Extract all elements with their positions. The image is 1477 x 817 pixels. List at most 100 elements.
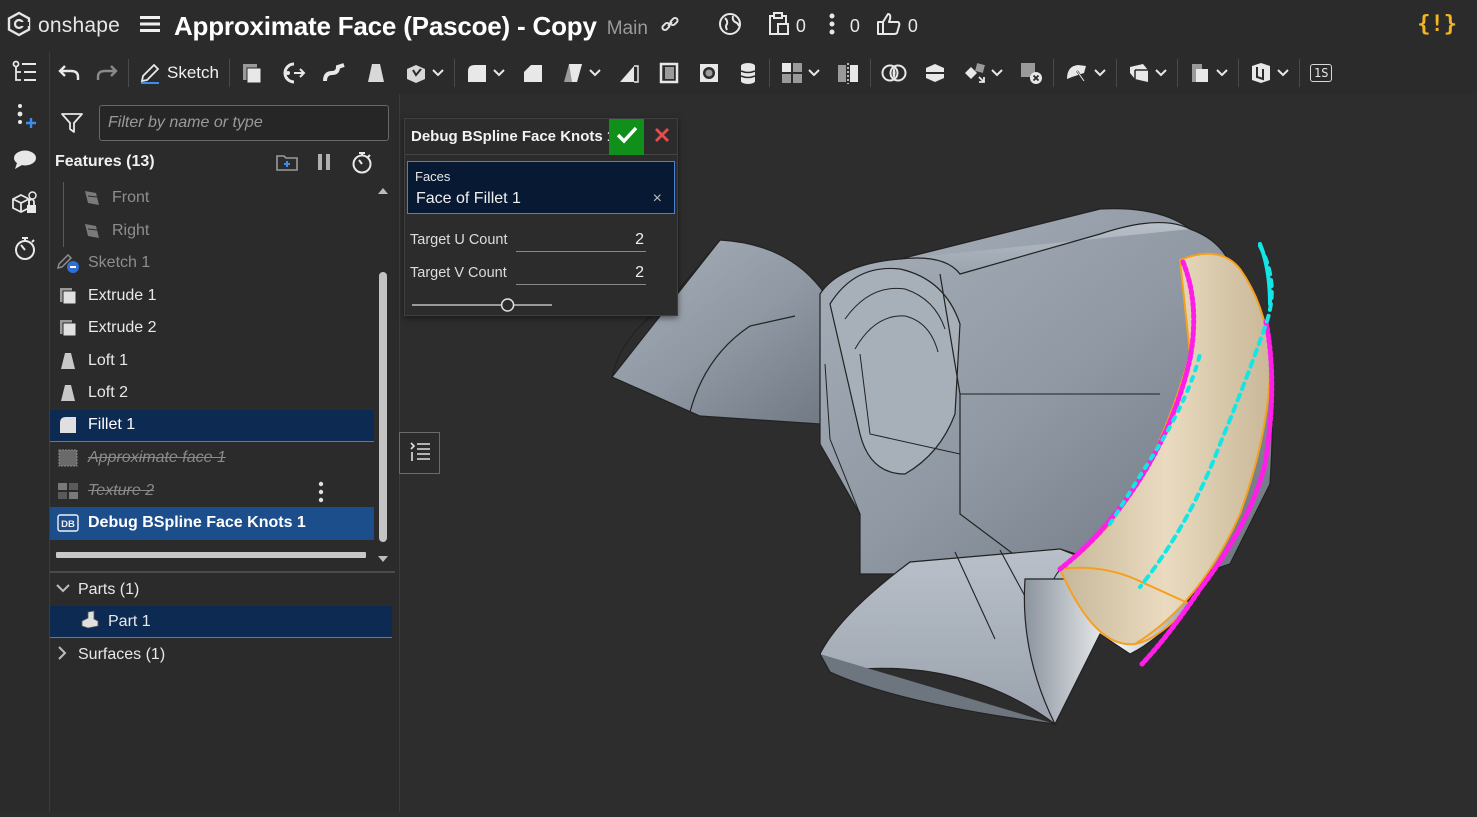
toolbar-divider [1052, 59, 1054, 87]
insert-feature-button[interactable] [0, 96, 50, 140]
add-folder-icon[interactable] [275, 152, 299, 177]
versions-counter[interactable]: 0 [768, 11, 806, 41]
toolbar-divider [1115, 59, 1117, 87]
sketch-button[interactable]: Sketch [131, 52, 227, 94]
part-item-part-1[interactable]: Part 1 [50, 606, 392, 638]
redo-button[interactable] [88, 52, 126, 94]
target-u-input[interactable]: 2 [516, 228, 646, 252]
transform-button[interactable] [955, 52, 1011, 94]
comments-button[interactable] [0, 140, 50, 184]
modify-fillet-button[interactable] [1056, 52, 1114, 94]
feature-item-label: Right [112, 221, 150, 239]
custom-feature-button[interactable]: 1S [1302, 52, 1340, 94]
feature-item-loft-1[interactable]: Loft 1 [50, 345, 374, 378]
accept-button[interactable] [609, 119, 644, 155]
feature-item-debug-bspline[interactable]: DB Debug BSpline Face Knots 1 [50, 507, 374, 540]
feature-item-texture-2[interactable]: Texture 2 [50, 475, 374, 508]
feature-item-extrude-2[interactable]: Extrude 2 [50, 312, 374, 345]
toolbar-divider [1237, 59, 1239, 87]
feature-tree-scrollbar[interactable] [375, 184, 391, 568]
pause-icon[interactable] [316, 152, 332, 177]
top-bar: onshape Approximate Face (Pascoe) - Copy… [0, 0, 1477, 52]
chevron-down-icon[interactable] [493, 69, 505, 77]
fillet-button[interactable] [457, 52, 513, 94]
feature-tree-hscrollbar[interactable] [56, 552, 366, 558]
surfaces-group[interactable]: Surfaces (1) [50, 639, 392, 671]
chevron-down-icon[interactable] [589, 69, 601, 77]
feature-item-right[interactable]: Right [50, 215, 374, 248]
faces-selection-field[interactable]: Faces Face of Fillet 1 × [407, 161, 675, 214]
feature-tree: Front Right Sketch 1 Extrude 1 Extrude 2… [50, 182, 374, 540]
comments-counter[interactable]: 0 [828, 12, 860, 41]
shell-button[interactable] [649, 52, 689, 94]
chevron-down-icon[interactable] [1277, 69, 1289, 77]
feature-item-front[interactable]: Front [50, 182, 374, 215]
clear-selection-button[interactable]: × [653, 190, 662, 208]
undo-button[interactable] [50, 52, 88, 94]
mass-properties-button[interactable] [0, 184, 50, 228]
chevron-down-icon[interactable] [1216, 69, 1228, 77]
draft-button[interactable] [553, 52, 609, 94]
feature-item-approximate-face-1[interactable]: Approximate face 1 [50, 442, 374, 475]
mirror-button[interactable] [828, 52, 868, 94]
target-v-label: Target V Count [410, 265, 507, 281]
chamfer-icon [521, 61, 545, 85]
globe-icon[interactable] [718, 12, 742, 41]
feature-item-loft-2[interactable]: Loft 2 [50, 377, 374, 410]
loft-button[interactable] [356, 52, 396, 94]
feature-search-input[interactable] [99, 105, 389, 141]
onshape-logo[interactable]: onshape [6, 11, 120, 42]
sheet-metal-button[interactable] [1180, 52, 1236, 94]
chevron-down-icon[interactable] [1094, 69, 1106, 77]
feature-toolbar: Sketch 1S [50, 52, 1477, 94]
feature-item-fillet-1[interactable]: Fillet 1 [50, 409, 374, 442]
toolbar-divider [453, 59, 455, 87]
extrude-button[interactable] [232, 52, 272, 94]
rib-button[interactable] [609, 52, 649, 94]
part-icon [80, 609, 100, 634]
boolean-button[interactable] [873, 52, 915, 94]
split-button[interactable] [915, 52, 955, 94]
cosmetic-thread-button[interactable] [729, 52, 767, 94]
target-u-count-field: Target U Count 2 [410, 227, 646, 253]
chamfer-button[interactable] [513, 52, 553, 94]
dialog-list-toggle[interactable] [399, 432, 440, 474]
chevron-right-icon [58, 645, 68, 665]
cancel-button[interactable] [647, 119, 677, 155]
chevron-down-icon[interactable] [432, 69, 444, 77]
stopwatch-icon[interactable] [350, 150, 374, 179]
branch-label[interactable]: Main [607, 18, 648, 40]
feature-list-toggle[interactable] [0, 52, 50, 96]
plane-button[interactable] [1119, 52, 1175, 94]
chevron-down-icon[interactable] [1155, 69, 1167, 77]
revolve-button[interactable] [272, 52, 314, 94]
sweep-button[interactable] [314, 52, 356, 94]
warning-indicator[interactable]: {!} [1417, 12, 1457, 37]
feature-item-label: Sketch 1 [88, 254, 151, 272]
likes-counter[interactable]: 0 [876, 12, 918, 41]
chevron-down-icon[interactable] [991, 69, 1003, 77]
feature-item-extrude-1[interactable]: Extrude 1 [50, 280, 374, 313]
kebab-icon[interactable] [318, 481, 324, 508]
target-v-input[interactable]: 2 [516, 261, 646, 285]
document-title[interactable]: Approximate Face (Pascoe) - Copy [174, 11, 597, 42]
link-icon[interactable] [660, 14, 680, 39]
transform-icon [963, 61, 987, 85]
delete-part-button[interactable] [1011, 52, 1051, 94]
cube-lock-icon [11, 190, 39, 222]
pattern-button[interactable] [772, 52, 828, 94]
chevron-down-icon[interactable] [808, 69, 820, 77]
rollback-timer-button[interactable] [0, 228, 50, 272]
feature-item-sketch-1[interactable]: Sketch 1 [50, 247, 374, 280]
thicken-button[interactable] [396, 52, 452, 94]
hole-button[interactable] [689, 52, 729, 94]
dialog-slider[interactable] [412, 295, 552, 315]
frame-button[interactable] [1241, 52, 1297, 94]
plane-icon [80, 221, 104, 241]
frame-icon [1249, 61, 1273, 85]
slider-thumb[interactable] [500, 298, 515, 312]
filter-icon[interactable] [61, 113, 83, 138]
parts-group[interactable]: Parts (1) [50, 574, 392, 606]
menu-icon[interactable] [139, 15, 160, 38]
list-icon [409, 440, 431, 467]
